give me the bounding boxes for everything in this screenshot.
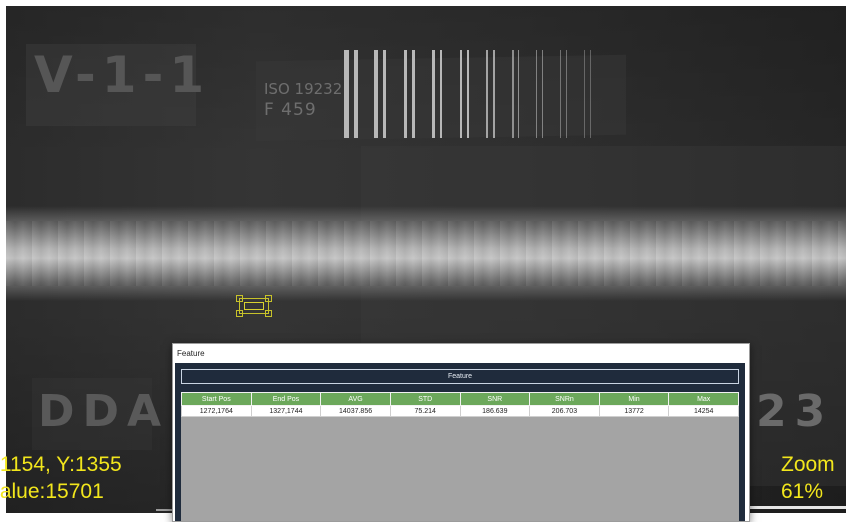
zoom-label: Zoom (781, 453, 835, 476)
column-header[interactable]: SNRn (529, 392, 600, 406)
table-cell: 1327,1744 (250, 405, 322, 417)
table-cell: 206.703 (529, 405, 600, 417)
feature-section-title: Feature (447, 373, 473, 380)
roi-handle[interactable] (265, 310, 272, 317)
feature-dialog[interactable]: Feature Feature Start Pos End Pos AVG ST… (172, 343, 750, 522)
table-cell: 13772 (598, 405, 670, 417)
column-header[interactable]: SNR (459, 392, 531, 406)
plate-id-label: 23 · 1 (756, 386, 846, 437)
column-header[interactable]: End Pos (250, 392, 322, 406)
dialog-title: Feature (177, 349, 205, 358)
roi-handle[interactable] (265, 295, 272, 302)
iso-standard-label: ISO 19232 (264, 80, 343, 98)
feature-table: Start Pos End Pos AVG STD SNR SNRn Min M… (181, 392, 739, 417)
column-header[interactable]: Max (668, 392, 739, 406)
iqi-label-text: V-1-1 (34, 46, 211, 104)
pixel-value: /alue:15701 (0, 480, 104, 503)
feature-table-area: Start Pos End Pos AVG STD SNR SNRn Min M… (181, 392, 739, 521)
table-header-row: Start Pos End Pos AVG STD SNR SNRn Min M… (181, 392, 739, 406)
column-header[interactable]: Min (598, 392, 670, 406)
cursor-coordinates: :1154, Y:1355 (0, 453, 122, 476)
table-cell: 14254 (668, 405, 739, 417)
roi-handle[interactable] (236, 295, 243, 302)
table-row[interactable]: 1272,1764 1327,1744 14037.856 75.214 186… (181, 405, 739, 417)
dda-label-text: DDA (38, 386, 170, 437)
side-strip (746, 506, 846, 509)
table-cell: 75.214 (389, 405, 461, 417)
zoom-readout: Zoom 61% (781, 451, 835, 505)
column-header[interactable]: Start Pos (181, 392, 252, 406)
table-cell: 186.639 (459, 405, 531, 417)
roi-handle[interactable] (236, 310, 243, 317)
table-cell: 14037.856 (320, 405, 391, 417)
column-header[interactable]: AVG (320, 392, 391, 406)
weld-texture (6, 221, 846, 286)
feature-section-header: Feature (181, 369, 739, 384)
duplex-wire-bars (336, 50, 626, 138)
roi-inner-box[interactable] (244, 302, 264, 310)
dialog-body: Feature Start Pos End Pos AVG STD SNR SN… (175, 363, 745, 521)
cursor-readout: :1154, Y:1355 /alue:15701 (0, 451, 122, 505)
zoom-value: 61% (781, 480, 824, 503)
iso-code-label: F 459 (264, 100, 317, 120)
column-header[interactable]: STD (389, 392, 461, 406)
table-cell: 1272,1764 (181, 405, 252, 417)
